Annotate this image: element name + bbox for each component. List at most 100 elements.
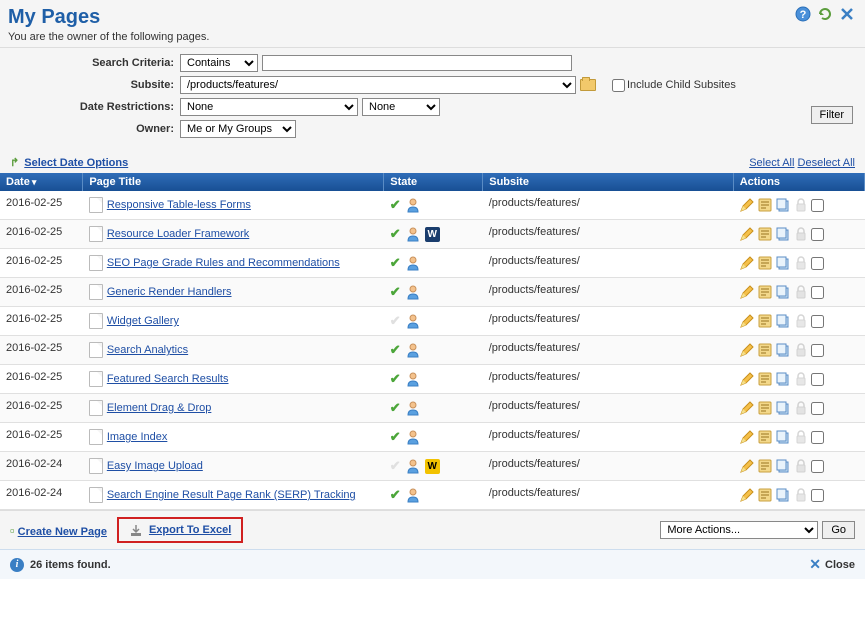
page-title-link[interactable]: Image Index — [107, 431, 168, 443]
page-title-link[interactable]: SEO Page Grade Rules and Recommendations — [107, 257, 340, 269]
row-checkbox[interactable] — [811, 431, 824, 444]
create-new-page-link[interactable]: Create New Page — [18, 526, 107, 538]
search-criteria-input[interactable] — [262, 55, 572, 71]
edit-icon[interactable] — [739, 458, 755, 474]
col-title-header[interactable]: Page Title — [83, 173, 384, 191]
copy-icon[interactable] — [775, 458, 791, 474]
edit-icon[interactable] — [739, 197, 755, 213]
create-new-page-wrap[interactable]: ▫ Create New Page — [10, 523, 107, 538]
lock-icon[interactable] — [793, 313, 809, 329]
col-actions-header[interactable]: Actions — [733, 173, 864, 191]
search-criteria-select[interactable]: Contains — [180, 54, 258, 72]
select-all-link[interactable]: Select All — [749, 157, 794, 169]
refresh-icon[interactable] — [817, 6, 833, 22]
lock-icon[interactable] — [793, 487, 809, 503]
date-restrictions-label: Date Restrictions: — [10, 101, 180, 113]
help-icon[interactable]: ? — [795, 6, 811, 22]
include-child-checkbox[interactable] — [612, 79, 625, 92]
subsite-select[interactable]: /products/features/ — [180, 76, 576, 94]
lock-icon[interactable] — [793, 342, 809, 358]
copy-icon[interactable] — [775, 400, 791, 416]
copy-icon[interactable] — [775, 226, 791, 242]
page-title-link[interactable]: Generic Render Handlers — [107, 286, 232, 298]
properties-icon[interactable] — [757, 197, 773, 213]
col-date-header[interactable]: Date▾ — [0, 173, 83, 191]
items-found-text: 26 items found. — [30, 559, 111, 571]
copy-icon[interactable] — [775, 342, 791, 358]
page-title-link[interactable]: Responsive Table-less Forms — [107, 199, 251, 211]
date-restriction-select-2[interactable]: None — [362, 98, 440, 116]
export-to-excel-link[interactable]: Export To Excel — [149, 524, 231, 536]
edit-icon[interactable] — [739, 313, 755, 329]
edit-icon[interactable] — [739, 487, 755, 503]
row-checkbox[interactable] — [811, 286, 824, 299]
copy-icon[interactable] — [775, 429, 791, 445]
row-checkbox[interactable] — [811, 315, 824, 328]
properties-icon[interactable] — [757, 429, 773, 445]
select-date-options-link[interactable]: Select Date Options — [24, 157, 128, 169]
edit-icon[interactable] — [739, 371, 755, 387]
lock-icon[interactable] — [793, 458, 809, 474]
copy-icon[interactable] — [775, 313, 791, 329]
edit-icon[interactable] — [739, 284, 755, 300]
close-button[interactable]: ✕ Close — [809, 556, 855, 573]
properties-icon[interactable] — [757, 226, 773, 242]
properties-icon[interactable] — [757, 458, 773, 474]
properties-icon[interactable] — [757, 371, 773, 387]
row-checkbox[interactable] — [811, 199, 824, 212]
lock-icon[interactable] — [793, 197, 809, 213]
lock-icon[interactable] — [793, 284, 809, 300]
cell-date: 2016-02-25 — [0, 307, 83, 336]
page-title-link[interactable]: Easy Image Upload — [107, 460, 203, 472]
lock-icon[interactable] — [793, 371, 809, 387]
page-title-link[interactable]: Resource Loader Framework — [107, 228, 249, 240]
lock-icon[interactable] — [793, 429, 809, 445]
page-title-link[interactable]: Element Drag & Drop — [107, 402, 212, 414]
row-checkbox[interactable] — [811, 402, 824, 415]
properties-icon[interactable] — [757, 313, 773, 329]
row-checkbox[interactable] — [811, 257, 824, 270]
date-restriction-select-1[interactable]: None — [180, 98, 358, 116]
lock-icon[interactable] — [793, 255, 809, 271]
copy-icon[interactable] — [775, 487, 791, 503]
include-child-wrap[interactable]: Include Child Subsites — [612, 79, 736, 92]
filter-button[interactable]: Filter — [811, 106, 853, 124]
copy-icon[interactable] — [775, 255, 791, 271]
person-icon — [405, 226, 421, 242]
col-subsite-header[interactable]: Subsite — [483, 173, 733, 191]
edit-icon[interactable] — [739, 342, 755, 358]
edit-icon[interactable] — [739, 226, 755, 242]
cell-date: 2016-02-24 — [0, 452, 83, 481]
properties-icon[interactable] — [757, 400, 773, 416]
more-actions-select[interactable]: More Actions... — [660, 521, 818, 539]
page-title-link[interactable]: Search Analytics — [107, 344, 188, 356]
properties-icon[interactable] — [757, 284, 773, 300]
row-checkbox[interactable] — [811, 344, 824, 357]
lock-icon[interactable] — [793, 226, 809, 242]
deselect-all-link[interactable]: Deselect All — [798, 157, 855, 169]
page-title-link[interactable]: Search Engine Result Page Rank (SERP) Tr… — [107, 489, 356, 501]
go-button[interactable]: Go — [822, 521, 855, 539]
edit-icon[interactable] — [739, 429, 755, 445]
row-checkbox[interactable] — [811, 489, 824, 502]
page-title-link[interactable]: Featured Search Results — [107, 373, 229, 385]
properties-icon[interactable] — [757, 255, 773, 271]
col-state-header[interactable]: State — [384, 173, 483, 191]
check-icon: ✔ — [390, 226, 401, 242]
edit-icon[interactable] — [739, 255, 755, 271]
edit-icon[interactable] — [739, 400, 755, 416]
folder-icon[interactable] — [580, 79, 596, 91]
copy-icon[interactable] — [775, 197, 791, 213]
page-title-link[interactable]: Widget Gallery — [107, 315, 179, 327]
row-checkbox[interactable] — [811, 228, 824, 241]
properties-icon[interactable] — [757, 342, 773, 358]
owner-select[interactable]: Me or My Groups — [180, 120, 296, 138]
properties-icon[interactable] — [757, 487, 773, 503]
row-checkbox[interactable] — [811, 460, 824, 473]
copy-icon[interactable] — [775, 371, 791, 387]
close-icon[interactable] — [839, 6, 855, 22]
check-icon: ✔ — [390, 371, 401, 387]
row-checkbox[interactable] — [811, 373, 824, 386]
lock-icon[interactable] — [793, 400, 809, 416]
copy-icon[interactable] — [775, 284, 791, 300]
